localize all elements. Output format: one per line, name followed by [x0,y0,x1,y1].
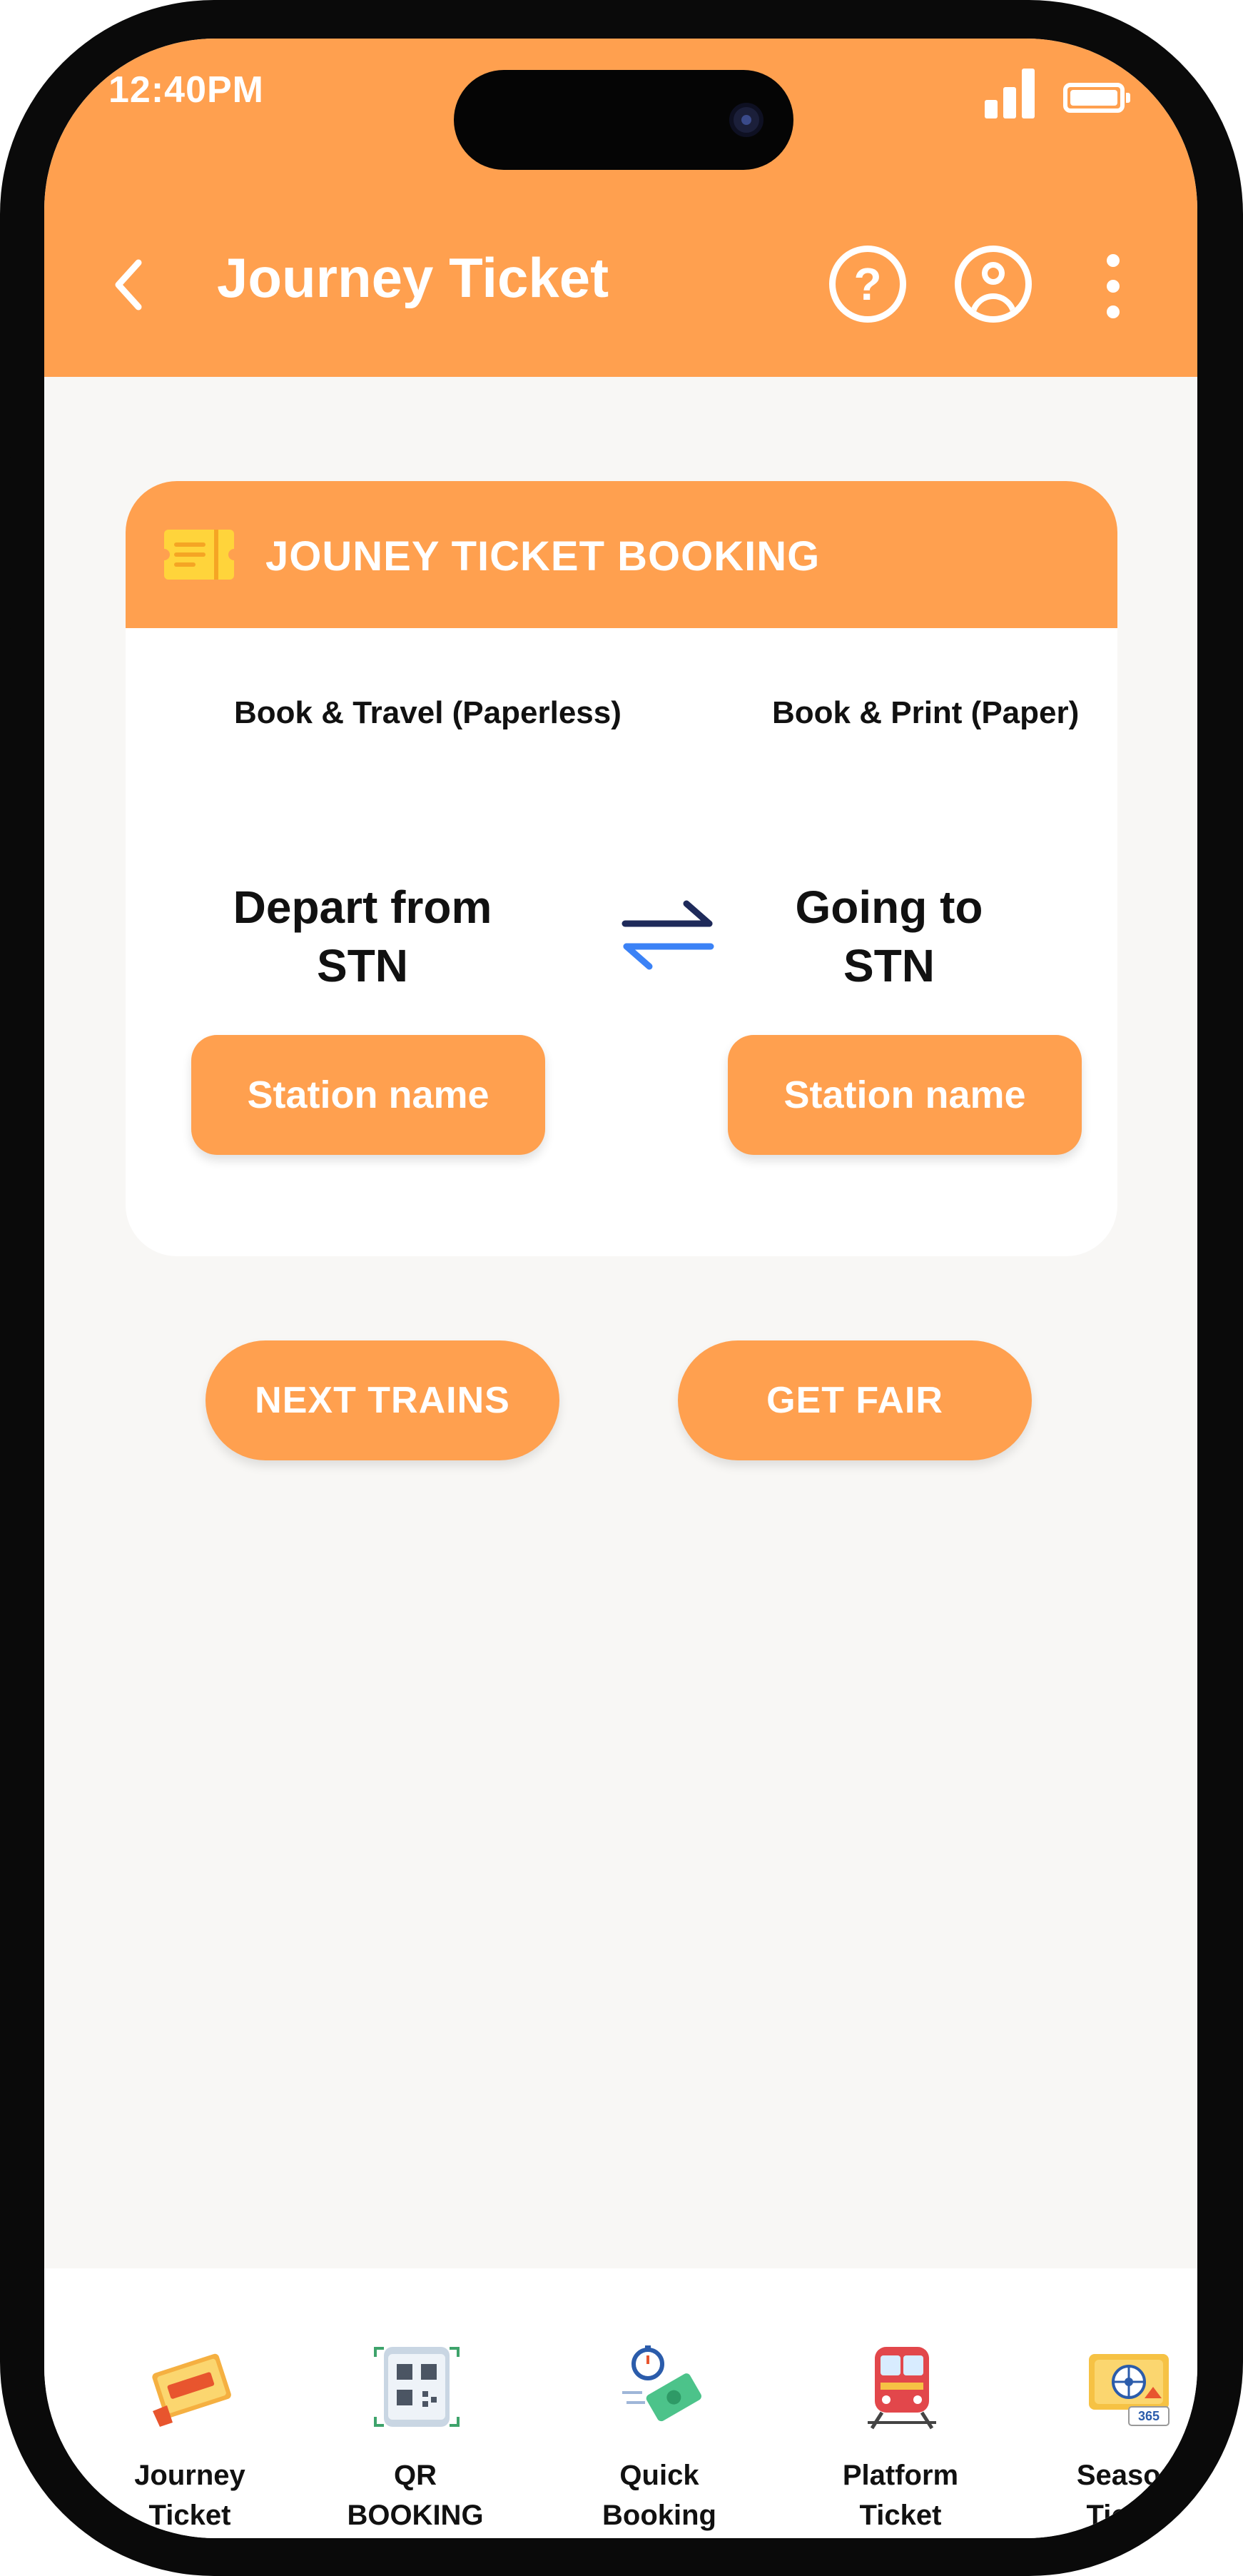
booking-card: JOUNEY TICKET BOOKING Book & Travel (Pap… [126,481,1117,1256]
question-icon: ? [853,258,882,310]
depart-from-label: Depart from STN [213,878,512,995]
train-icon [868,2347,936,2430]
get-fare-button[interactable]: GET FAIR [678,1340,1032,1460]
qr-code-icon [374,2347,460,2427]
camera-icon [729,103,763,137]
side-button [0,871,13,1071]
card-title: JOUNEY TICKET BOOKING [265,533,821,580]
next-trains-button[interactable]: NEXT TRAINS [206,1340,559,1460]
tab-paperless[interactable]: Book & Travel (Paperless) [234,695,622,731]
help-button[interactable]: ? [829,246,906,323]
svg-text:365: 365 [1138,2409,1160,2423]
nav-item-journey-ticket[interactable]: Journey Ticket [83,2268,297,2538]
profile-button[interactable] [955,246,1032,323]
going-to-text: Going to [795,882,983,933]
kebab-menu-icon [1107,305,1120,318]
nav-item-qr-booking[interactable]: QR BOOKING [308,2268,522,2538]
nav-item-platform-ticket[interactable]: Platform Ticket [793,2268,1008,2538]
user-icon [982,262,1005,285]
kebab-menu-icon [1107,280,1120,293]
going-to-label: Going to STN [739,878,1039,995]
kebab-menu-icon [1107,254,1120,267]
nav-label: QR BOOKING [347,2460,484,2531]
app-screen: 12:40PM Journey Ticket ? JOUNEY TICKET B… [44,39,1197,2538]
from-station-input[interactable]: Station name [191,1035,545,1155]
battery-icon [1063,83,1130,113]
nav-label: Season Ticket [1076,2460,1179,2531]
page-title: Journey Ticket [217,246,609,309]
more-options-button[interactable] [1099,251,1127,323]
side-button [0,457,13,557]
status-time: 12:40PM [108,69,264,111]
nav-label: Journey Ticket [134,2460,245,2531]
chevron-left-icon [115,259,142,310]
dynamic-island [454,70,793,170]
depart-stn-text: STN [317,940,408,991]
to-station-input[interactable]: Station name [728,1035,1082,1155]
bottom-nav: Journey Ticket QR BOOKING Quick Booking … [44,2268,1197,2538]
swap-arrows-icon [622,900,714,970]
going-stn-text: STN [843,940,935,991]
phone-frame: 12:40PM Journey Ticket ? JOUNEY TICKET B… [0,0,1243,2576]
season-ticket-icon: 365 [1089,2354,1170,2426]
side-button [1230,757,1243,1056]
tab-paper[interactable]: Book & Print (Paper) [772,695,1079,731]
nav-label: Quick Booking [602,2460,716,2531]
nav-label: Platform Ticket [842,2460,959,2531]
user-icon-body [970,293,1017,316]
journey-ticket-icon [152,2353,231,2427]
back-button[interactable] [107,253,150,317]
app-header: 12:40PM Journey Ticket ? [44,39,1197,377]
ticket-icon [161,530,237,580]
depart-from-text: Depart from [233,882,492,933]
signal-icon [985,69,1039,118]
quick-booking-icon [622,2345,701,2422]
nav-item-season-ticket[interactable]: 365 Season Ticket [1020,2268,1197,2538]
card-header: JOUNEY TICKET BOOKING [126,481,1117,628]
nav-item-quick-booking[interactable]: Quick Booking [552,2268,766,2538]
side-button [0,628,13,828]
swap-stations-button[interactable] [618,895,718,974]
